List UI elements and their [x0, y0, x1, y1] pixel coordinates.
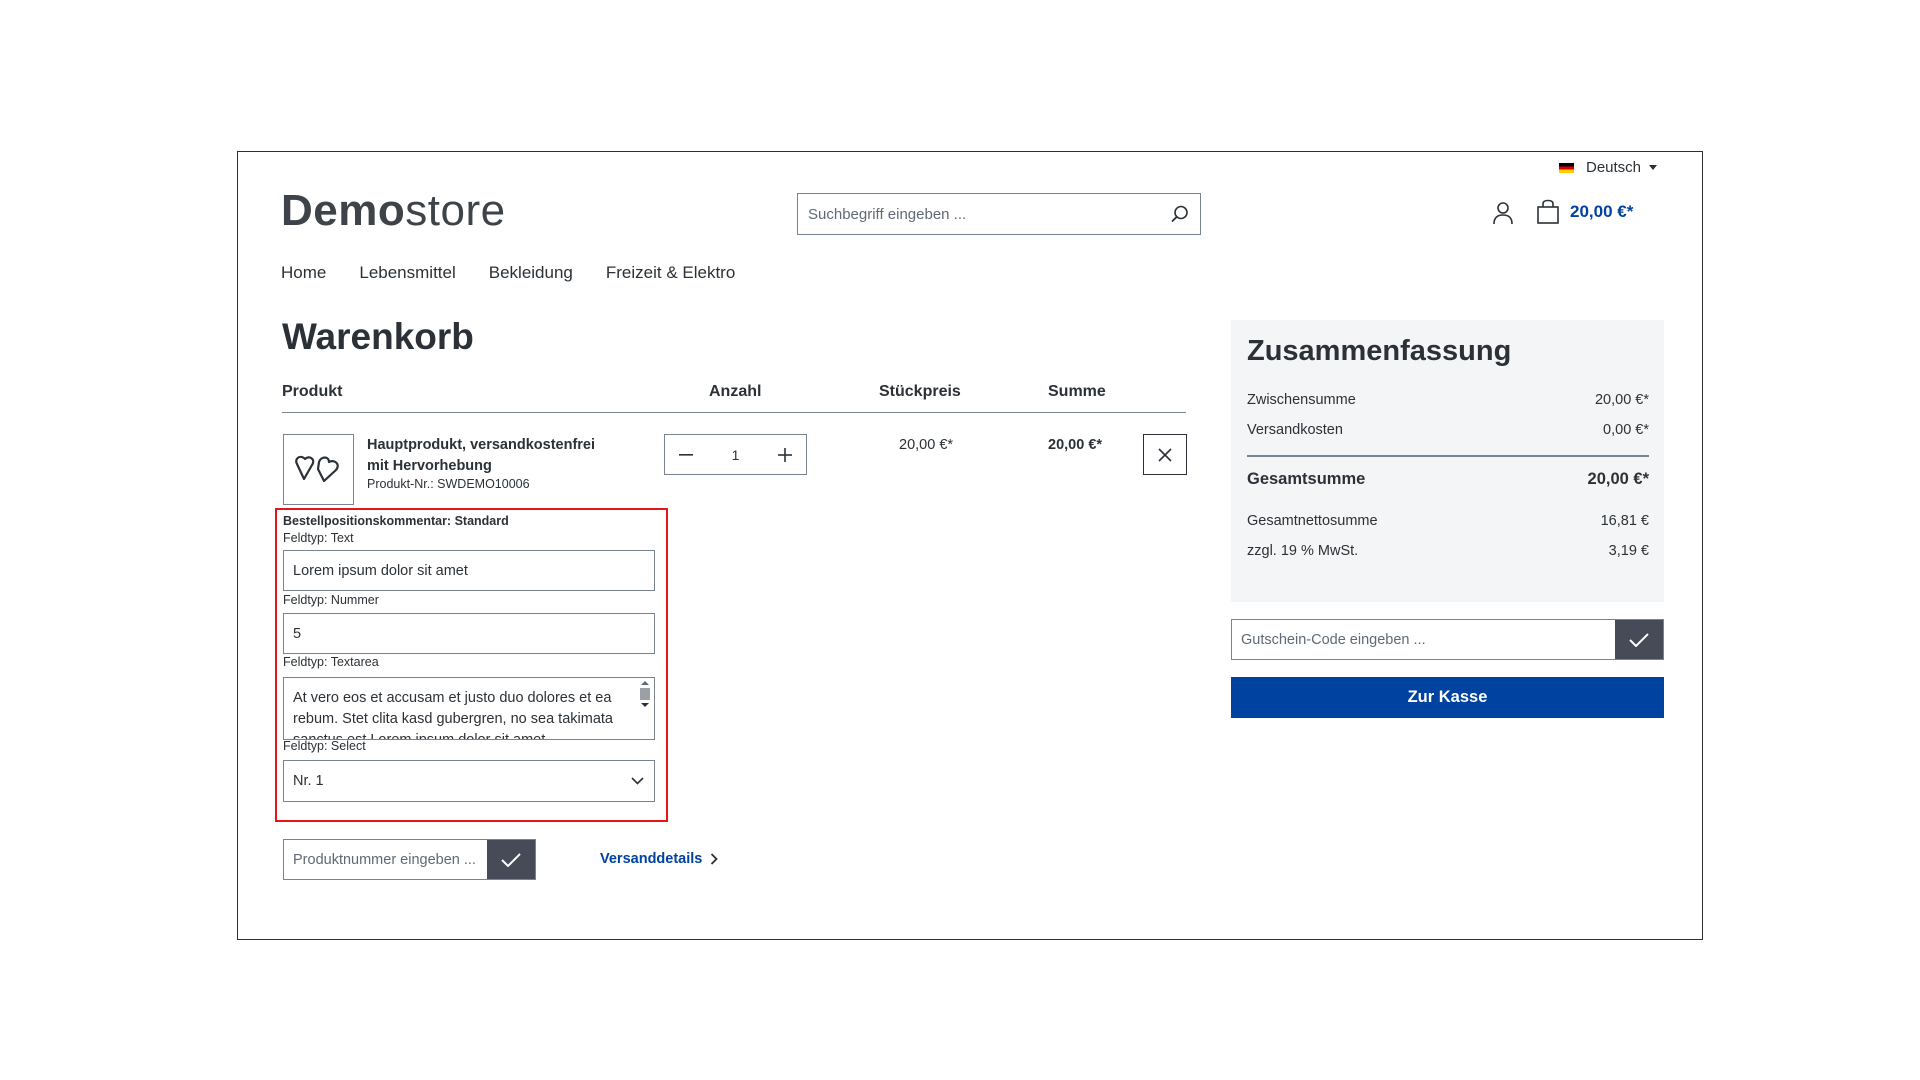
search-icon	[1171, 205, 1188, 222]
shipping-details-label: Versanddetails	[600, 851, 703, 867]
chevron-right-icon	[711, 853, 719, 865]
language-switcher[interactable]: Deutsch	[1559, 159, 1658, 176]
summary-divider	[1247, 455, 1649, 457]
account-button[interactable]	[1490, 200, 1516, 226]
quantity-stepper: 1	[664, 434, 807, 475]
logo-light-text: store	[405, 186, 506, 235]
subtotal-value: 20,00 €*	[1594, 392, 1649, 408]
main-navigation: Home Lebensmittel Bekleidung Freizeit & …	[281, 263, 768, 283]
scrollbar-thumb[interactable]	[640, 688, 650, 700]
cart-button[interactable]: 20,00 €*	[1536, 199, 1633, 225]
summary-title: Zusammenfassung	[1247, 335, 1512, 367]
nav-item-home[interactable]: Home	[281, 263, 326, 283]
number-field-label: Feldtyp: Nummer	[283, 593, 379, 607]
search-bar	[797, 193, 1201, 235]
header-unit-price: Stückpreis	[879, 383, 961, 400]
cart-table-header: Produkt Anzahl Stückpreis Summe	[282, 383, 1186, 413]
select-label: Feldtyp: Select	[283, 739, 366, 753]
checkout-button[interactable]: Zur Kasse	[1231, 677, 1664, 718]
checkmark-icon	[1629, 632, 1649, 647]
decrease-quantity-button[interactable]	[665, 435, 707, 474]
grand-total-row: Gesamtsumme 20,00 €*	[1247, 470, 1649, 489]
unit-price: 20,00 €*	[899, 437, 954, 453]
scroll-down-icon	[641, 703, 649, 707]
grand-total-label: Gesamtsumme	[1247, 470, 1366, 488]
line-total: 20,00 €*	[1048, 437, 1103, 453]
header-product: Produkt	[282, 383, 343, 400]
chevron-down-icon	[631, 777, 644, 785]
german-flag-icon	[1559, 162, 1574, 173]
select-value: Nr. 1	[293, 773, 324, 789]
remove-item-button[interactable]	[1143, 434, 1187, 475]
net-total-label: Gesamtnettosumme	[1247, 513, 1378, 529]
shipping-cost-value: 0,00 €*	[1603, 422, 1649, 438]
header-total: Summe	[1048, 383, 1106, 400]
chevron-down-icon	[1649, 165, 1658, 170]
language-label: Deutsch	[1586, 159, 1642, 176]
product-number-form: Produktnummer eingeben ...	[283, 839, 536, 880]
store-logo[interactable]: Demostore	[281, 185, 506, 237]
hearts-icon	[294, 455, 339, 482]
product-image[interactable]	[283, 434, 354, 505]
product-number-input[interactable]: Produktnummer eingeben ...	[284, 840, 487, 879]
textarea-scrollbar[interactable]	[638, 680, 652, 737]
page-title: Warenkorb	[282, 316, 474, 357]
comment-textarea[interactable]: At vero eos et accusam et justo duo dolo…	[283, 677, 655, 740]
textarea-label: Feldtyp: Textarea	[283, 655, 379, 669]
search-button[interactable]	[1160, 194, 1200, 234]
voucher-form: Gutschein-Code eingeben ...	[1231, 619, 1664, 660]
product-name[interactable]: Hauptprodukt, versandkostenfrei mit Herv…	[367, 435, 617, 477]
shopping-bag-icon	[1537, 199, 1559, 224]
vat-row: zzgl. 19 % MwSt. 3,19 €	[1247, 543, 1649, 559]
subtotal-label: Zwischensumme	[1247, 392, 1356, 408]
vat-label: zzgl. 19 % MwSt.	[1247, 543, 1359, 559]
user-icon	[1493, 202, 1513, 225]
increase-quantity-button[interactable]	[764, 435, 806, 474]
add-product-button[interactable]	[487, 840, 535, 879]
net-total-row: Gesamtnettosumme 16,81 €	[1247, 513, 1649, 529]
apply-voucher-button[interactable]	[1615, 620, 1663, 659]
plus-icon	[777, 447, 792, 462]
subtotal-row: Zwischensumme 20,00 €*	[1247, 392, 1649, 408]
net-total-value: 16,81 €	[1600, 513, 1649, 529]
search-input[interactable]	[798, 194, 1160, 234]
comment-number-field[interactable]: 5	[283, 613, 655, 654]
cart-total: 20,00 €*	[1570, 202, 1634, 221]
vat-value: 3,19 €	[1608, 543, 1649, 559]
nav-item-lebensmittel[interactable]: Lebensmittel	[359, 263, 455, 283]
logo-bold-text: Demo	[281, 186, 406, 235]
product-number: Produkt-Nr.: SWDEMO10006	[367, 477, 530, 491]
comment-select[interactable]: Nr. 1	[283, 760, 655, 802]
nav-item-bekleidung[interactable]: Bekleidung	[489, 263, 573, 283]
scroll-up-icon	[641, 681, 649, 685]
nav-item-freizeit-elektro[interactable]: Freizeit & Elektro	[606, 263, 735, 283]
quantity-value[interactable]: 1	[732, 447, 740, 463]
grand-total-value: 20,00 €*	[1587, 470, 1649, 488]
shipping-details-link[interactable]: Versanddetails	[600, 851, 719, 867]
header-quantity: Anzahl	[709, 383, 762, 400]
textarea-content: At vero eos et accusam et justo duo dolo…	[293, 690, 613, 740]
comment-heading: Bestellpositionskommentar: Standard	[283, 514, 509, 528]
checkmark-icon	[501, 852, 521, 867]
minus-icon	[679, 453, 693, 456]
close-icon	[1158, 447, 1172, 462]
comment-text-field[interactable]: Lorem ipsum dolor sit amet	[283, 550, 655, 591]
text-field-label: Feldtyp: Text	[283, 531, 354, 545]
voucher-input[interactable]: Gutschein-Code eingeben ...	[1232, 620, 1615, 659]
shipping-cost-label: Versandkosten	[1247, 422, 1343, 438]
shipping-cost-row: Versandkosten 0,00 €*	[1247, 422, 1649, 438]
